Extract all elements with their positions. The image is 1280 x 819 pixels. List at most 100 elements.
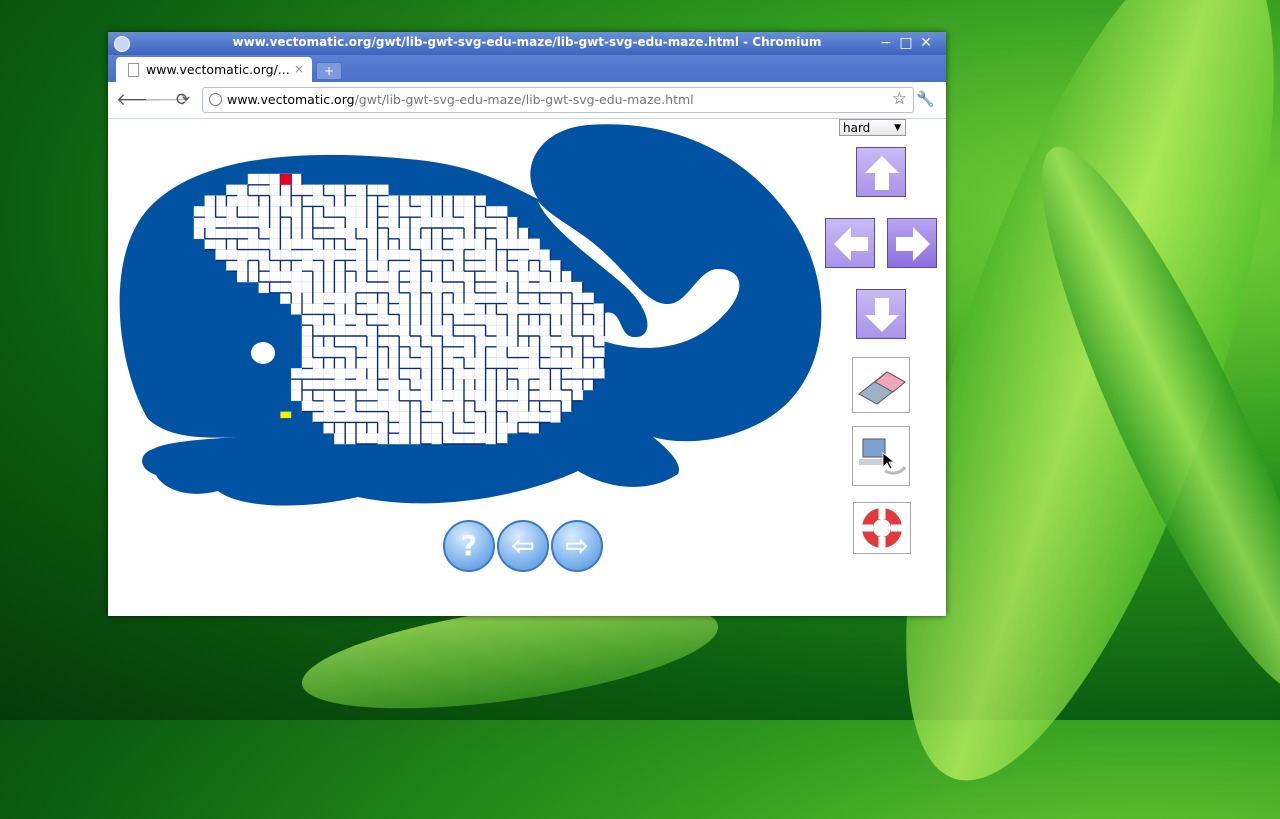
- maze-cell: [377, 249, 389, 261]
- maze-cell: [409, 432, 422, 445]
- maze-cell: [269, 227, 281, 240]
- maze-cell: [593, 368, 605, 380]
- maze-cell: [431, 216, 443, 229]
- maze-cell: [355, 216, 368, 229]
- maze-cell: [409, 238, 422, 250]
- maze-cell: [215, 206, 227, 218]
- maze-cell: [452, 206, 465, 218]
- maze-cell: [301, 270, 314, 283]
- maze-cell: [517, 303, 530, 315]
- maze-cell: [334, 400, 346, 412]
- maze-cell: [517, 368, 530, 380]
- maze-cell: [420, 227, 432, 240]
- maze-cell: [474, 432, 486, 445]
- maze-cell: [442, 357, 454, 369]
- move-right-button[interactable]: [887, 218, 937, 268]
- maze-cell: [496, 292, 508, 304]
- maze-cell: [388, 260, 400, 272]
- address-bar[interactable]: www.vectomatic.org/gwt/lib-gwt-svg-edu-m…: [202, 87, 914, 113]
- maze-cell: [312, 303, 324, 315]
- maze-cell: [388, 281, 400, 294]
- maze-cell: [344, 227, 357, 240]
- help-button[interactable]: ?: [443, 520, 495, 572]
- maze-cell: [204, 195, 216, 207]
- back-button[interactable]: 🡐: [116, 90, 162, 110]
- maze-cell: [366, 378, 378, 391]
- arrow-up-icon: [865, 156, 899, 190]
- arrow-down-icon: [865, 298, 899, 332]
- maze-cell: [463, 292, 476, 304]
- difficulty-select[interactable]: hard ▼: [839, 119, 906, 136]
- maze-cell: [290, 238, 303, 250]
- reload-button[interactable]: ⟳: [172, 90, 194, 110]
- arrow-left-icon: [834, 227, 868, 261]
- next-maze-button[interactable]: ⇨: [551, 520, 603, 572]
- maze-cell: [312, 400, 324, 412]
- maze-cell: [560, 292, 573, 304]
- close-window-button[interactable]: ✕: [918, 35, 934, 51]
- maze-cell: [377, 216, 389, 229]
- maze-cell: [409, 346, 422, 358]
- url-text[interactable]: www.vectomatic.org/gwt/lib-gwt-svg-edu-m…: [227, 92, 694, 107]
- maze-cell: [334, 368, 346, 380]
- maze-cell: [377, 238, 389, 250]
- tab-maze[interactable]: www.vectomatic.org/... ×: [116, 57, 312, 82]
- maze-cell: [550, 292, 562, 304]
- maze-cell: [528, 368, 540, 380]
- maze-cell: [366, 432, 378, 445]
- maze-cell: [398, 292, 411, 304]
- maze-cell: [517, 281, 530, 294]
- maze-cell: [452, 346, 465, 358]
- maze-cell: [344, 206, 357, 218]
- maze-cell: [463, 411, 476, 423]
- maze-cell: [528, 260, 540, 272]
- solve-button[interactable]: [852, 426, 910, 486]
- maze-cell: [355, 324, 368, 337]
- maze-cell: [193, 206, 206, 218]
- maze-cell: [571, 281, 584, 294]
- maze-cell: [485, 378, 497, 391]
- help-lifebuoy-button[interactable]: [853, 502, 911, 554]
- maze-cell: [301, 206, 314, 218]
- maze-cell: [269, 260, 281, 272]
- maximize-button[interactable]: □: [898, 35, 914, 51]
- maze-cell: [247, 270, 260, 283]
- maze-cell: [517, 238, 530, 250]
- maze-cell: [409, 227, 422, 240]
- maze-cell: [344, 216, 357, 229]
- maze-cell: [269, 249, 281, 261]
- maze-cell: [344, 389, 357, 402]
- previous-maze-button[interactable]: ⇦: [497, 520, 549, 572]
- move-up-button[interactable]: [856, 147, 906, 197]
- maze-cell: [355, 335, 368, 348]
- move-down-button[interactable]: [856, 289, 906, 339]
- maze-cell: [323, 346, 335, 358]
- bookmark-star-icon[interactable]: ☆: [892, 89, 907, 109]
- maze-cell: [312, 368, 324, 380]
- maze-cell: [571, 335, 584, 348]
- move-left-button[interactable]: [825, 218, 875, 268]
- maze-cell: [344, 324, 357, 337]
- erase-button[interactable]: [852, 357, 910, 413]
- maze-cell: [420, 411, 432, 423]
- maze-cell: [496, 346, 508, 358]
- maze-cell: [506, 378, 519, 391]
- forward-button[interactable]: 🡒: [144, 90, 190, 110]
- maze-cell: [312, 281, 324, 294]
- maze-cell: [236, 206, 249, 218]
- minimize-button[interactable]: −: [878, 35, 894, 51]
- maze-cell: [452, 314, 465, 326]
- maze-cell: [312, 184, 324, 196]
- tab-close-button[interactable]: ×: [294, 62, 304, 76]
- maze-cell: [366, 303, 378, 315]
- maze-cell: [355, 368, 368, 380]
- maze-cell: [420, 368, 432, 380]
- maze-cell: [431, 195, 443, 207]
- wrench-menu-icon[interactable]: 🔧: [916, 90, 935, 108]
- url-domain: www.vectomatic.org: [227, 92, 355, 107]
- maze-cell: [312, 389, 324, 402]
- maze-cell: [280, 292, 292, 304]
- maze-cell: [355, 400, 368, 412]
- new-tab-button[interactable]: +: [316, 62, 342, 80]
- maze-cell: [312, 227, 324, 240]
